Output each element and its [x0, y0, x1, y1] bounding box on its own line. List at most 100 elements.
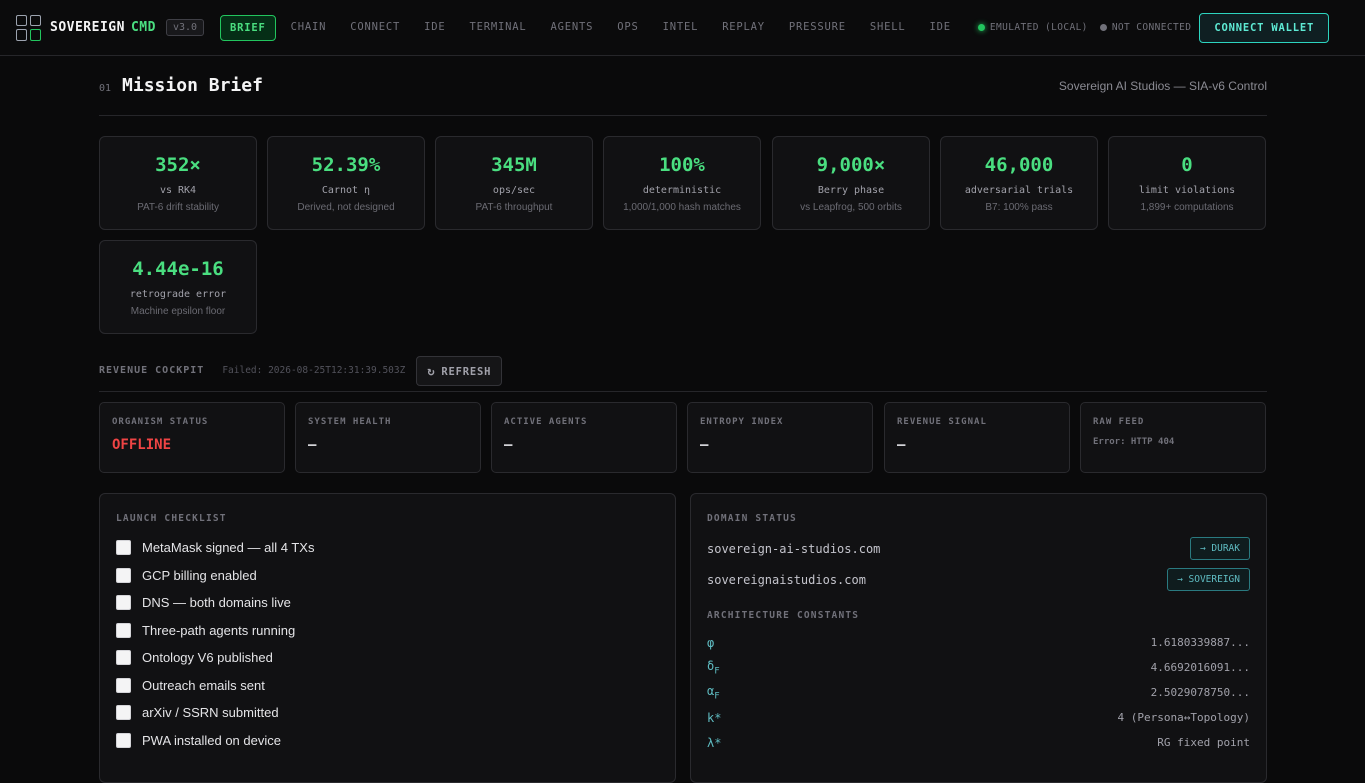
checkbox[interactable] [116, 650, 131, 666]
nav-tab-brief[interactable]: BRIEF [220, 14, 276, 41]
refresh-label: REFRESH [441, 365, 492, 378]
checklist-item[interactable]: Ontology V6 published [116, 644, 659, 672]
nav-tab-chain[interactable]: CHAIN [282, 15, 336, 41]
fetch-failed-timestamp: Failed: 2026-08-25T12:31:39.503Z [222, 365, 406, 376]
constant-symbol: λ* [707, 735, 722, 750]
metric-label: limit violations [1138, 185, 1236, 196]
metric-card: 9,000× Berry phase vs Leapfrog, 500 orbi… [772, 136, 930, 230]
checkbox[interactable] [116, 677, 131, 693]
metric-value: 4.44e-16 [132, 258, 224, 280]
checklist-item[interactable]: PWA installed on device [116, 727, 659, 755]
domain-route-button[interactable]: → SOVEREIGN [1167, 568, 1250, 591]
checklist-item[interactable]: GCP billing enabled [116, 562, 659, 590]
domain-route-button[interactable]: → DURAK [1189, 537, 1250, 560]
constant-row: λ* RG fixed point [707, 730, 1250, 755]
metric-sub: B7: 100% pass [985, 202, 1053, 213]
checklist-item[interactable]: Three-path agents running [116, 617, 659, 645]
constant-symbol: φ [707, 635, 715, 650]
domain-name: sovereign-ai-studios.com [707, 541, 881, 556]
panel-title: DOMAIN STATUS [707, 513, 797, 524]
constant-symbol: αF [707, 683, 720, 702]
metric-value: 0 [1181, 154, 1193, 176]
brand-title: SOVEREIGN [50, 20, 125, 35]
checklist-item-label: PWA installed on device [142, 732, 281, 748]
brand-suffix: CMD [130, 20, 156, 35]
checklist-item[interactable]: arXiv / SSRN submitted [116, 699, 659, 727]
metric-sub: Machine epsilon floor [130, 306, 226, 317]
checklist-item-label: MetaMask signed — all 4 TXs [142, 540, 315, 556]
metric-label: Carnot η [321, 185, 371, 196]
checklist-item[interactable]: Outreach emails sent [116, 672, 659, 700]
domain-row: sovereignaistudios.com → SOVEREIGN [707, 564, 1250, 595]
metric-label: adversarial trials [964, 185, 1074, 196]
nav-tab-intel[interactable]: INTEL [654, 15, 708, 41]
nav-tab-ops[interactable]: OPS [608, 15, 647, 41]
constant-row: δF 4.6692016091... [707, 655, 1250, 680]
metric-card: 52.39% Carnot η Derived, not designed [267, 136, 425, 230]
nav-tab-terminal[interactable]: TERMINAL [460, 15, 535, 41]
domain-name: sovereignaistudios.com [707, 572, 866, 587]
nav-tab-agents[interactable]: AGENTS [541, 15, 602, 41]
status-card-revenue: REVENUE SIGNAL — [884, 402, 1070, 473]
brand-name: SOVEREIGN CMD [50, 20, 156, 35]
green-status-dot-icon [977, 24, 985, 31]
checklist-item-label: Three-path agents running [142, 622, 296, 638]
nav-tab-replay[interactable]: REPLAY [713, 15, 774, 41]
emulated-status-label: EMULATED (LOCAL) [989, 22, 1088, 33]
status-card-label: ACTIVE AGENTS [504, 417, 588, 427]
metric-value: 9,000× [816, 154, 886, 176]
nav-tab-shell[interactable]: SHELL [861, 15, 915, 41]
status-card-agents: ACTIVE AGENTS — [491, 402, 677, 473]
checklist-item-label: GCP billing enabled [142, 567, 257, 583]
metric-value: 52.39% [311, 154, 381, 176]
sovereign-logo-icon [16, 14, 42, 41]
page-subtitle: Sovereign AI Studios — SIA-v6 Control [1058, 78, 1267, 93]
constant-row: φ 1.6180339887... [707, 630, 1250, 655]
status-card-value: — [504, 437, 513, 453]
nav-tab-ide[interactable]: IDE [415, 15, 454, 41]
page-title: Mission Brief [122, 75, 263, 96]
constant-symbol: δF [707, 658, 720, 677]
status-cards: ORGANISM STATUS OFFLINE SYSTEM HEALTH — … [99, 402, 1267, 473]
checkbox[interactable] [116, 622, 131, 638]
metric-label: Berry phase [817, 185, 885, 196]
refresh-button[interactable]: ↻ REFRESH [416, 355, 503, 386]
emulated-status: EMULATED (LOCAL) [977, 22, 1088, 33]
metric-value: 352× [155, 154, 201, 176]
revenue-cockpit-label: REVENUE COCKPIT [99, 365, 205, 376]
metric-card: 100% deterministic 1,000/1,000 hash matc… [603, 136, 761, 230]
metric-sub: PAT-6 drift stability [137, 202, 219, 213]
section-number: 01 [99, 83, 112, 94]
status-card-label: ORGANISM STATUS [112, 417, 209, 427]
metric-card: 345M ops/sec PAT-6 throughput [435, 136, 593, 230]
status-card-value: — [700, 437, 709, 453]
nav-tab-pressure[interactable]: PRESSURE [780, 15, 855, 41]
metric-value: 100% [659, 154, 705, 176]
section-header: 01 Mission Brief Sovereign AI Studios — … [99, 56, 1267, 116]
status-card-label: SYSTEM HEALTH [308, 417, 392, 427]
checkbox[interactable] [116, 567, 131, 583]
checkbox[interactable] [116, 732, 131, 748]
checklist-item[interactable]: DNS — both domains live [116, 589, 659, 617]
checklist-item-label: arXiv / SSRN submitted [142, 705, 279, 721]
constant-value: 4 (Persona↔Topology) [1117, 711, 1250, 724]
metric-card: 4.44e-16 retrograde error Machine epsilo… [99, 240, 257, 334]
checkbox[interactable] [116, 595, 131, 611]
metric-value: 345M [491, 154, 537, 176]
checkbox[interactable] [116, 540, 131, 556]
status-card-raw-feed: RAW FEED Error: HTTP 404 [1080, 402, 1266, 473]
metric-label: ops/sec [492, 185, 536, 196]
checkbox[interactable] [116, 705, 131, 721]
metric-card: 352× vs RK4 PAT-6 drift stability [99, 136, 257, 230]
connect-wallet-button[interactable]: CONNECT WALLET [1199, 12, 1330, 43]
constant-value: RG fixed point [1157, 736, 1250, 749]
gray-status-dot-icon [1099, 24, 1107, 31]
constant-value: 1.6180339887... [1150, 636, 1250, 649]
version-badge: v3.0 [165, 19, 205, 36]
checklist-item-label: Outreach emails sent [142, 677, 265, 693]
metric-label: deterministic [642, 185, 722, 196]
nav-tab-ide-2[interactable]: IDE [921, 15, 960, 41]
metric-value: 46,000 [984, 154, 1054, 176]
checklist-item[interactable]: MetaMask signed — all 4 TXs [116, 534, 659, 562]
nav-tab-connect[interactable]: CONNECT [341, 15, 409, 41]
